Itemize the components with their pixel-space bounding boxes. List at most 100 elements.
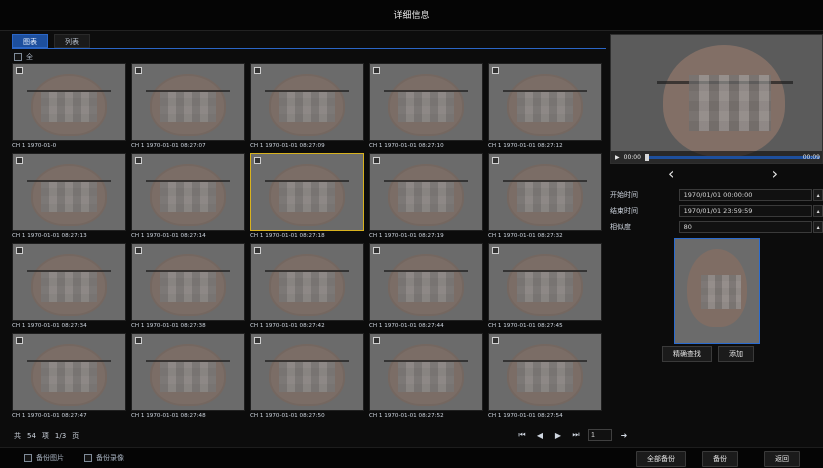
backup-button[interactable]: 备份 [702, 451, 738, 467]
pixelation [517, 92, 573, 122]
thumbnail-image[interactable] [12, 153, 126, 231]
thumbnail-image[interactable] [488, 333, 602, 411]
thumbnail-checkbox[interactable] [492, 337, 499, 344]
thumbnail-checkbox[interactable] [16, 337, 23, 344]
prev-page-icon[interactable]: ◀ [534, 430, 546, 440]
backup-video-option[interactable]: 备份录像 [84, 453, 124, 463]
thumbnail-image[interactable] [12, 333, 126, 411]
progress-knob[interactable] [644, 153, 649, 161]
thumbnail-image[interactable] [131, 153, 245, 231]
thumbnail-checkbox[interactable] [254, 247, 261, 254]
similarity-input[interactable]: 80 [678, 221, 813, 233]
thumbnail-image[interactable] [250, 243, 364, 321]
thumbnail-image[interactable] [488, 63, 602, 141]
thumbnail-item[interactable]: CH 1 1970-01-01 08:27:19 [369, 153, 483, 239]
select-all-checkbox[interactable] [14, 53, 22, 61]
select-all[interactable]: 全 [14, 52, 33, 62]
thumbnail-checkbox[interactable] [254, 157, 261, 164]
thumbnail-checkbox[interactable] [135, 67, 142, 74]
backup-video-label: 备份录像 [96, 454, 124, 462]
thumbnail-checkbox[interactable] [492, 157, 499, 164]
thumbnail-checkbox[interactable] [16, 67, 23, 74]
add-button[interactable]: 添加 [718, 346, 754, 362]
thumbnail-checkbox[interactable] [16, 247, 23, 254]
first-page-icon[interactable]: ⏮ [516, 430, 528, 440]
last-page-icon[interactable]: ⏭ [570, 430, 582, 440]
thumbnail-item[interactable]: CH 1 1970-01-01 08:27:44 [369, 243, 483, 329]
thumbnail-item[interactable]: CH 1 1970-01-01 08:27:54 [488, 333, 602, 419]
thumbnail-checkbox[interactable] [135, 337, 142, 344]
thumbnail-checkbox[interactable] [373, 157, 380, 164]
thumbnail-item[interactable]: CH 1 1970-01-01 08:27:50 [250, 333, 364, 419]
next-image-icon[interactable]: › [772, 164, 778, 183]
exact-search-button[interactable]: 精确查找 [662, 346, 712, 362]
tab-chart[interactable]: 图表 [12, 34, 48, 48]
thumbnail-item[interactable]: CH 1 1970-01-01 08:27:45 [488, 243, 602, 329]
thumbnail-item[interactable]: CH 1 1970-01-01 08:27:52 [369, 333, 483, 419]
thumbnail-item[interactable]: CH 1 1970-01-01 08:27:13 [12, 153, 126, 239]
backup-image-option[interactable]: 备份图片 [24, 453, 64, 463]
backup-video-checkbox[interactable] [84, 454, 92, 462]
thumbnail-item[interactable]: CH 1 1970-01-01 08:27:38 [131, 243, 245, 329]
thumbnail-caption: CH 1 1970-01-01 08:27:44 [369, 323, 444, 329]
thumbnail-image[interactable] [250, 63, 364, 141]
thumbnail-image[interactable] [369, 153, 483, 231]
thumbnail-image[interactable] [369, 333, 483, 411]
tab-list[interactable]: 列表 [54, 34, 90, 48]
thumbnail-checkbox[interactable] [16, 157, 23, 164]
similarity-spinner[interactable]: ▴ [813, 221, 823, 233]
play-icon[interactable]: ▶ [615, 154, 620, 161]
thumbnail-item[interactable]: CH 1 1970-01-01 08:27:42 [250, 243, 364, 329]
start-time-spinner[interactable]: ▴ [813, 189, 823, 201]
thumbnail-checkbox[interactable] [135, 157, 142, 164]
probe-blur [701, 275, 741, 309]
thumbnail-item[interactable]: CH 1 1970-01-01 08:27:10 [369, 63, 483, 149]
thumbnail-item[interactable]: CH 1 1970-01-01 08:27:48 [131, 333, 245, 419]
thumbnail-item[interactable]: CH 1 1970-01-01 08:27:09 [250, 63, 364, 149]
thumbnail-image[interactable] [369, 243, 483, 321]
pixelation [41, 362, 97, 392]
next-page-icon[interactable]: ▶ [552, 430, 564, 440]
pixelation [279, 362, 335, 392]
video-controls: ▶ 00:00 [611, 151, 822, 163]
thumbnail-image[interactable] [12, 243, 126, 321]
end-time-input[interactable]: 1970/01/01 23:59:59 [678, 205, 813, 217]
thumbnail-image[interactable] [250, 153, 364, 231]
thumbnail-image[interactable] [250, 333, 364, 411]
thumbnail-item[interactable]: CH 1 1970-01-01 08:27:47 [12, 333, 126, 419]
thumbnail-checkbox[interactable] [254, 67, 261, 74]
thumbnail-checkbox[interactable] [492, 247, 499, 254]
thumbnail-caption: CH 1 1970-01-01 08:27:10 [369, 143, 444, 149]
back-button[interactable]: 返回 [764, 451, 800, 467]
video-preview[interactable]: ▶ 00:00 00:09 [610, 34, 823, 164]
thumbnail-image[interactable] [488, 153, 602, 231]
thumbnail-checkbox[interactable] [373, 67, 380, 74]
title-bar: 详细信息 [0, 0, 823, 31]
thumbnail-item[interactable]: CH 1 1970-01-01 08:27:34 [12, 243, 126, 329]
end-time-spinner[interactable]: ▴ [813, 205, 823, 217]
backup-all-button[interactable]: 全部备份 [636, 451, 686, 467]
thumbnail-image[interactable] [131, 63, 245, 141]
thumbnail-checkbox[interactable] [492, 67, 499, 74]
thumbnail-caption: CH 1 1970-01-01 08:27:42 [250, 323, 325, 329]
video-progress[interactable] [644, 153, 820, 161]
thumbnail-item[interactable]: CH 1 1970-01-01 08:27:18 [250, 153, 364, 239]
thumbnail-item[interactable]: CH 1 1970-01-01 08:27:07 [131, 63, 245, 149]
thumbnail-checkbox[interactable] [373, 337, 380, 344]
start-time-input[interactable]: 1970/01/01 00:00:00 [678, 189, 813, 201]
thumbnail-checkbox[interactable] [373, 247, 380, 254]
thumbnail-image[interactable] [369, 63, 483, 141]
thumbnail-checkbox[interactable] [254, 337, 261, 344]
prev-image-icon[interactable]: ‹ [668, 164, 674, 183]
thumbnail-image[interactable] [131, 243, 245, 321]
thumbnail-item[interactable]: CH 1 1970-01-0 [12, 63, 126, 149]
backup-image-checkbox[interactable] [24, 454, 32, 462]
thumbnail-caption: CH 1 1970-01-01 08:27:13 [12, 233, 87, 239]
thumbnail-image[interactable] [131, 333, 245, 411]
thumbnail-image[interactable] [488, 243, 602, 321]
thumbnail-checkbox[interactable] [135, 247, 142, 254]
thumbnail-item[interactable]: CH 1 1970-01-01 08:27:32 [488, 153, 602, 239]
thumbnail-item[interactable]: CH 1 1970-01-01 08:27:12 [488, 63, 602, 149]
thumbnail-item[interactable]: CH 1 1970-01-01 08:27:14 [131, 153, 245, 239]
thumbnail-image[interactable] [12, 63, 126, 141]
